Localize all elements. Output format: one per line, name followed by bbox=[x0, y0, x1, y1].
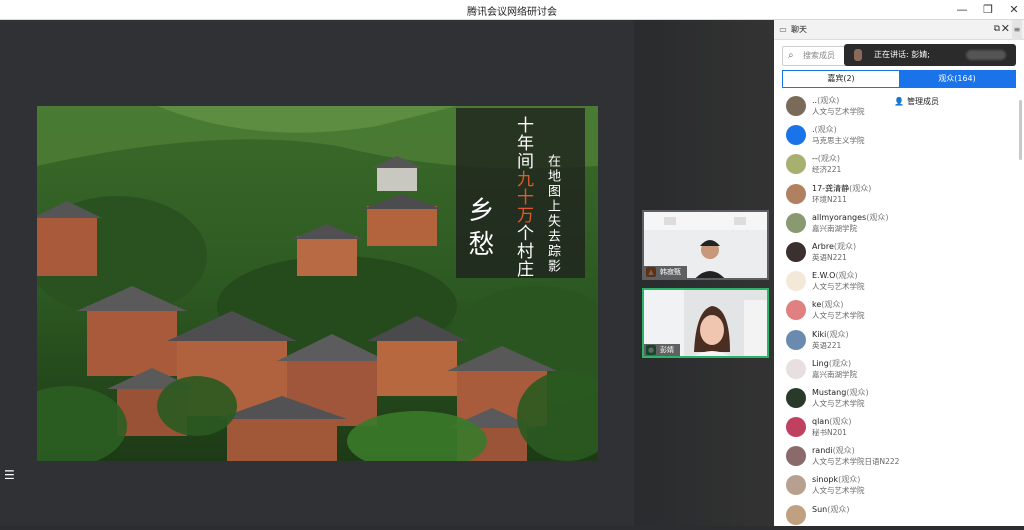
menu-icon[interactable]: ≡ bbox=[1012, 20, 1022, 40]
shared-screen-area: 十年间九十万个村庄 在地图上失去踪影 乡愁 ☰ bbox=[0, 20, 634, 526]
member-name: allmyoranges(观众) bbox=[812, 212, 889, 222]
list-item[interactable]: allmyoranges(观众) 嘉兴南湖学院 bbox=[774, 209, 1024, 238]
member-name: Mustang(观众) bbox=[812, 387, 869, 397]
member-dept: 人文与艺术学院 bbox=[812, 282, 865, 292]
avatar bbox=[786, 504, 806, 525]
member-name: Sun(观众) bbox=[812, 504, 850, 514]
avatar bbox=[786, 271, 806, 292]
list-item[interactable]: Kiki(观众) 英语221 bbox=[774, 326, 1024, 355]
list-item[interactable]: Sun(观众) bbox=[774, 501, 1024, 530]
avatar bbox=[786, 446, 806, 467]
list-item[interactable]: E.W.O(观众) 人文与艺术学院 bbox=[774, 267, 1024, 296]
minimize-button[interactable]: — bbox=[956, 2, 968, 18]
tab-chat[interactable]: ▭ 聊天 bbox=[778, 20, 807, 40]
member-dept: 经济221 bbox=[812, 165, 842, 175]
avatar bbox=[786, 387, 806, 408]
participant-name: 彭婧 bbox=[644, 344, 680, 356]
member-dept: 环境N211 bbox=[812, 194, 847, 204]
member-name: ke(观众) bbox=[812, 300, 844, 310]
list-item[interactable]: ..(观众) 人文与艺术学院 bbox=[774, 92, 1024, 121]
member-name: qlan(观众) bbox=[812, 417, 852, 427]
tab-audience[interactable]: 观众(164) bbox=[899, 71, 1015, 87]
presentation-slide: 十年间九十万个村庄 在地图上失去踪影 乡愁 bbox=[37, 106, 598, 461]
member-name: ..(观众) bbox=[812, 96, 840, 105]
member-name: Kiki(观众) bbox=[812, 329, 849, 339]
tab-guests[interactable]: 嘉宾(2) bbox=[783, 71, 899, 87]
avatar bbox=[786, 300, 806, 321]
list-item[interactable]: ke(观众) 人文与艺术学院 bbox=[774, 296, 1024, 325]
list-item[interactable]: .(观众) 马克思主义学院 bbox=[774, 121, 1024, 150]
restore-button[interactable]: ❐ bbox=[982, 2, 994, 18]
member-name: Arbre(观众) bbox=[812, 241, 857, 251]
audio-level bbox=[966, 50, 1006, 60]
search-icon: ⌕ bbox=[788, 50, 794, 61]
speaking-indicator: 正在讲话: 彭婧; bbox=[844, 44, 1016, 66]
video-tile[interactable]: ▲ 韩寂甄 bbox=[642, 210, 769, 280]
list-item[interactable]: Ling(观众) 嘉兴南湖学院 bbox=[774, 355, 1024, 384]
chat-icon: ▭ bbox=[779, 25, 787, 34]
member-dept: 人文与艺术学院日语N222 bbox=[812, 457, 900, 467]
member-dept: 人文与艺术学院 bbox=[812, 311, 865, 321]
member-dept: 英语221 bbox=[812, 340, 842, 350]
member-dept: 人文与艺术学院 bbox=[812, 486, 865, 496]
close-panel-icon[interactable]: ✕ bbox=[1001, 22, 1010, 35]
avatar bbox=[786, 241, 806, 262]
popout-icon[interactable]: ⧉ bbox=[994, 24, 1000, 34]
member-name: sinopk(观众) bbox=[812, 475, 861, 485]
slide-text-line1: 十年间九十万个村庄 bbox=[513, 116, 533, 278]
member-dept: 人文与艺术学院 bbox=[812, 398, 865, 408]
member-dept: 英语N221 bbox=[812, 252, 847, 262]
slide-text-line2: 在地图上失去踪影 bbox=[545, 154, 560, 274]
avatar bbox=[786, 358, 806, 379]
scrollbar[interactable] bbox=[1019, 100, 1022, 160]
member-dept: 嘉兴南湖学院 bbox=[812, 369, 857, 379]
member-name: E.W.O(观众) bbox=[812, 271, 858, 281]
member-list: ..(观众) 人文与艺术学院 .(观众) 马克思主义学院 --(观众) 经济221 17-龚… bbox=[774, 92, 1024, 530]
member-name: Ling(观众) bbox=[812, 358, 852, 368]
panel-tabs: ▭ 聊天 👤 管理成员 ⧉ ✕ ≡ bbox=[774, 20, 1024, 112]
member-type-switch: 嘉宾(2) 观众(164) bbox=[782, 70, 1016, 88]
avatar bbox=[786, 329, 806, 350]
avatar bbox=[786, 96, 806, 116]
avatar bbox=[786, 475, 806, 496]
member-dept: 嘉兴南湖学院 bbox=[812, 223, 857, 233]
list-item[interactable]: Mustang(观众) 人文与艺术学院 bbox=[774, 384, 1024, 413]
member-name: .(观众) bbox=[812, 125, 837, 135]
slide-text-big: 乡愁 bbox=[464, 196, 494, 264]
list-item[interactable]: --(观众) 经济221 bbox=[774, 150, 1024, 179]
video-tile-active[interactable]: ● 彭婧 bbox=[642, 288, 769, 358]
list-item[interactable]: randi(观众) 人文与艺术学院日语N222 bbox=[774, 442, 1024, 471]
member-dept: 马克思主义学院 bbox=[812, 136, 865, 146]
video-strip: ▲ 韩寂甄 ● 彭婧 bbox=[634, 20, 774, 526]
avatar bbox=[786, 212, 806, 233]
member-name: randi(观众) bbox=[812, 446, 855, 456]
list-item[interactable]: sinopk(观众) 人文与艺术学院 bbox=[774, 471, 1024, 500]
member-dept: 人文与艺术学院 bbox=[812, 107, 865, 116]
list-item[interactable]: Arbre(观众) 英语N221 bbox=[774, 238, 1024, 267]
member-name: 17-龚清静(观众) bbox=[812, 183, 872, 193]
participant-name: 韩寂甄 bbox=[644, 266, 687, 278]
avatar bbox=[786, 183, 806, 204]
member-name: --(观众) bbox=[812, 154, 841, 164]
avatar bbox=[786, 154, 806, 175]
list-item[interactable]: 17-龚清静(观众) 环境N211 bbox=[774, 180, 1024, 209]
avatar bbox=[786, 417, 806, 438]
members-panel: ▭ 聊天 👤 管理成员 ⧉ ✕ ≡ ⌕ 搜索成员 正在讲话: 彭婧; 嘉宾(2) 观… bbox=[774, 20, 1024, 526]
list-icon[interactable]: ☰ bbox=[4, 468, 20, 482]
close-button[interactable]: ✕ bbox=[1008, 2, 1020, 18]
list-item[interactable]: qlan(观众) 秘书N201 bbox=[774, 413, 1024, 442]
avatar bbox=[786, 125, 806, 146]
member-dept: 秘书N201 bbox=[812, 428, 847, 438]
speaker-avatar bbox=[854, 49, 862, 61]
window-title: 腾讯会议网络研讨会 bbox=[467, 7, 557, 18]
title-bar: 腾讯会议网络研讨会 — ❐ ✕ bbox=[0, 0, 1024, 20]
